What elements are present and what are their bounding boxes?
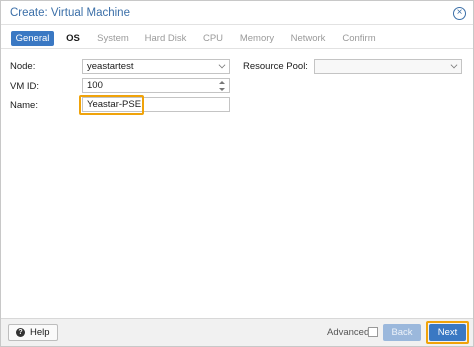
advanced-label: Advanced — [327, 327, 370, 338]
tab-system[interactable]: System — [95, 31, 131, 46]
back-button[interactable]: Back — [383, 324, 421, 341]
resource-pool-label: Resource Pool: — [243, 61, 308, 72]
chevron-down-icon[interactable] — [218, 61, 226, 69]
wizard-tabs: General OS System Hard Disk CPU Memory N… — [1, 26, 473, 49]
node-value: yeastartest — [87, 61, 134, 72]
spin-up-icon[interactable] — [219, 81, 225, 84]
tab-confirm[interactable]: Confirm — [340, 31, 378, 46]
tab-os[interactable]: OS — [63, 31, 83, 46]
close-icon[interactable]: × — [453, 7, 466, 20]
dialog-footer: ? Help Advanced Back Next — [1, 318, 473, 346]
tab-network[interactable]: Network — [288, 31, 328, 46]
name-highlight-box — [79, 95, 144, 115]
tab-general[interactable]: General — [11, 31, 54, 46]
advanced-checkbox[interactable] — [368, 327, 378, 337]
vmid-label: VM ID: — [10, 81, 40, 92]
spin-down-icon[interactable] — [219, 88, 225, 91]
vmid-value: 100 — [87, 80, 103, 91]
node-label: Node: — [10, 61, 36, 72]
vmid-field[interactable]: 100 — [82, 78, 230, 93]
dialog-titlebar: Create: Virtual Machine × — [1, 1, 473, 25]
resource-pool-select[interactable] — [314, 59, 462, 74]
chevron-down-icon[interactable] — [450, 61, 458, 69]
name-label: Name: — [10, 100, 38, 111]
spinner-icon[interactable] — [218, 80, 226, 92]
node-select[interactable]: yeastartest — [82, 59, 230, 74]
tab-memory[interactable]: Memory — [238, 31, 276, 46]
help-button[interactable]: ? Help — [8, 324, 58, 341]
help-label: Help — [30, 327, 50, 338]
tab-cpu[interactable]: CPU — [200, 31, 226, 46]
question-icon: ? — [16, 328, 25, 337]
dialog-title: Create: Virtual Machine — [10, 7, 130, 19]
create-vm-dialog: Create: Virtual Machine × General OS Sys… — [0, 0, 474, 347]
tab-hard-disk[interactable]: Hard Disk — [143, 31, 188, 46]
general-panel: Node: yeastartest VM ID: 100 Name: Yeast… — [1, 50, 473, 318]
next-highlight-box — [426, 321, 469, 344]
